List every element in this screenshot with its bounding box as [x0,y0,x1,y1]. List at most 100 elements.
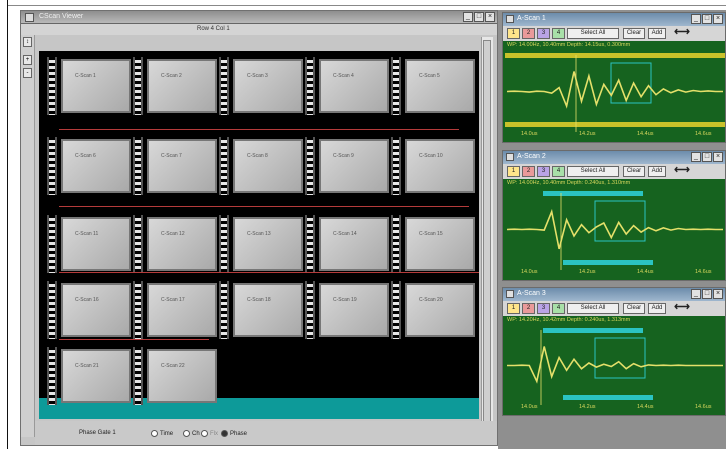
clear-button[interactable]: Clear [623,303,645,314]
tile-label: C-Scan 5 [419,73,440,79]
cscan-tile[interactable]: C-Scan 13 [233,217,303,271]
cscan-tile[interactable]: C-Scan 20 [405,283,475,337]
add-button[interactable]: Add [648,303,666,314]
film-sprocket [219,281,229,339]
channel-2-button[interactable]: 2 [522,166,535,177]
ascan-toolbar: 1 2 3 4 Select All Clear Add ⟷ [503,26,725,41]
cscan-tile[interactable]: C-Scan 5 [405,59,475,113]
add-button[interactable]: Add [648,28,666,39]
close-button[interactable]: × [713,14,723,24]
cscan-tile[interactable]: C-Scan 21 [61,349,131,403]
ascan-plot[interactable]: WP: 14.00Hz, 10.40mm Depth: 0.240us, 1.3… [503,179,725,280]
film-sprocket [391,215,401,273]
pan-button[interactable]: ↕ [23,37,32,47]
channel-3-button[interactable]: 3 [537,166,550,177]
ascan-plot[interactable]: WP: 14.20Hz, 10.42mm Depth: 0.240us, 1.3… [503,316,725,415]
channel-2-button[interactable]: 2 [522,303,535,314]
app-icon [25,13,34,22]
scrollbar-thumb[interactable] [483,40,491,424]
cscan-tile[interactable]: C-Scan 4 [319,59,389,113]
channel-2-button[interactable]: 2 [522,28,535,39]
channel-1-button[interactable]: 1 [507,303,520,314]
cscan-tile[interactable]: C-Scan 3 [233,59,303,113]
channel-4-button[interactable]: 4 [552,28,565,39]
phase-gate-label: Phase Gate 1 [79,430,116,436]
select-all-button[interactable]: Select All [567,28,619,39]
maximize-button[interactable]: □ [474,12,484,22]
film-sprocket [305,215,315,273]
close-button[interactable]: × [713,152,723,162]
gate-bar[interactable] [505,122,725,127]
minimize-button[interactable]: _ [463,12,473,22]
ascan-titlebar[interactable]: A-Scan 2 _ □ × [503,151,725,164]
film-sprocket [47,347,57,405]
radio-flx[interactable]: Flx [201,430,218,437]
tile-label: C-Scan 4 [333,73,354,79]
axis-tick-label: 14.6us [695,269,712,275]
cscan-tile[interactable]: C-Scan 14 [319,217,389,271]
cscan-tile[interactable]: C-Scan 2 [147,59,217,113]
cscan-tile[interactable]: C-Scan 19 [319,283,389,337]
cscan-tile[interactable]: C-Scan 15 [405,217,475,271]
channel-4-button[interactable]: 4 [552,303,565,314]
minimize-button[interactable]: _ [691,14,701,24]
select-all-button[interactable]: Select All [567,166,619,177]
cscan-tile[interactable]: C-Scan 17 [147,283,217,337]
close-button[interactable]: × [485,12,495,22]
double-arrow-icon[interactable]: ⟷ [671,27,693,39]
cscan-tile[interactable]: C-Scan 9 [319,139,389,193]
cscan-image-area[interactable]: C-Scan 1 C-Scan 2 C-Scan 3 C-Scan 4 C-Scan 5… [39,51,479,419]
cscan-tile[interactable]: C-Scan 18 [233,283,303,337]
radio-ch[interactable]: Ch [183,430,200,437]
gate-bar[interactable] [563,395,653,400]
cscan-tile[interactable]: C-Scan 10 [405,139,475,193]
outer-frame-left [0,0,8,449]
zoom-in-button[interactable]: + [23,55,32,65]
channel-3-button[interactable]: 3 [537,303,550,314]
window-buttons: _ □ × [463,12,495,22]
clear-button[interactable]: Clear [623,166,645,177]
ascan-plot[interactable]: WP: 14.00Hz, 10.40mm Depth: 14.15us, 0.3… [503,41,725,142]
radio-time-label: Time [160,431,174,438]
film-sprocket [305,281,315,339]
gate-bar[interactable] [543,191,643,196]
add-button[interactable]: Add [648,166,666,177]
channel-4-button[interactable]: 4 [552,166,565,177]
maximize-button[interactable]: □ [702,289,712,299]
channel-3-button[interactable]: 3 [537,28,550,39]
minimize-button[interactable]: _ [691,289,701,299]
film-sprocket [133,137,143,195]
double-arrow-icon[interactable]: ⟷ [671,302,693,314]
ascan-titlebar[interactable]: A-Scan 1 _ □ × [503,13,725,26]
zoom-out-button[interactable]: - [23,68,32,78]
gate-bar[interactable] [563,260,653,265]
clear-button[interactable]: Clear [623,28,645,39]
channel-1-button[interactable]: 1 [507,166,520,177]
ascan-titlebar[interactable]: A-Scan 3 _ □ × [503,288,725,301]
gate-bar[interactable] [505,53,725,58]
vertical-scrollbar[interactable] [481,37,493,431]
channel-1-button[interactable]: 1 [507,28,520,39]
minimize-button[interactable]: _ [691,152,701,162]
cscan-tile[interactable]: C-Scan 12 [147,217,217,271]
cscan-tile[interactable]: C-Scan 1 [61,59,131,113]
maximize-button[interactable]: □ [702,152,712,162]
gate-box[interactable] [594,200,646,242]
tile-label: C-Scan 19 [333,297,357,303]
double-arrow-icon[interactable]: ⟷ [671,165,693,177]
viewer-titlebar[interactable]: CScan Viewer _ □ × [21,11,497,24]
maximize-button[interactable]: □ [702,14,712,24]
radio-time[interactable]: Time [151,430,173,437]
gate-bar[interactable] [543,328,643,333]
gate-box[interactable] [594,337,646,379]
cscan-tile[interactable]: C-Scan 22 [147,349,217,403]
cscan-tile[interactable]: C-Scan 7 [147,139,217,193]
cscan-tile[interactable]: C-Scan 16 [61,283,131,337]
cscan-tile[interactable]: C-Scan 6 [61,139,131,193]
close-button[interactable]: × [713,289,723,299]
cscan-tile[interactable]: C-Scan 8 [233,139,303,193]
select-all-button[interactable]: Select All [567,303,619,314]
film-sprocket [47,281,57,339]
radio-phase[interactable]: Phase [221,430,247,437]
cscan-tile[interactable]: C-Scan 11 [61,217,131,271]
